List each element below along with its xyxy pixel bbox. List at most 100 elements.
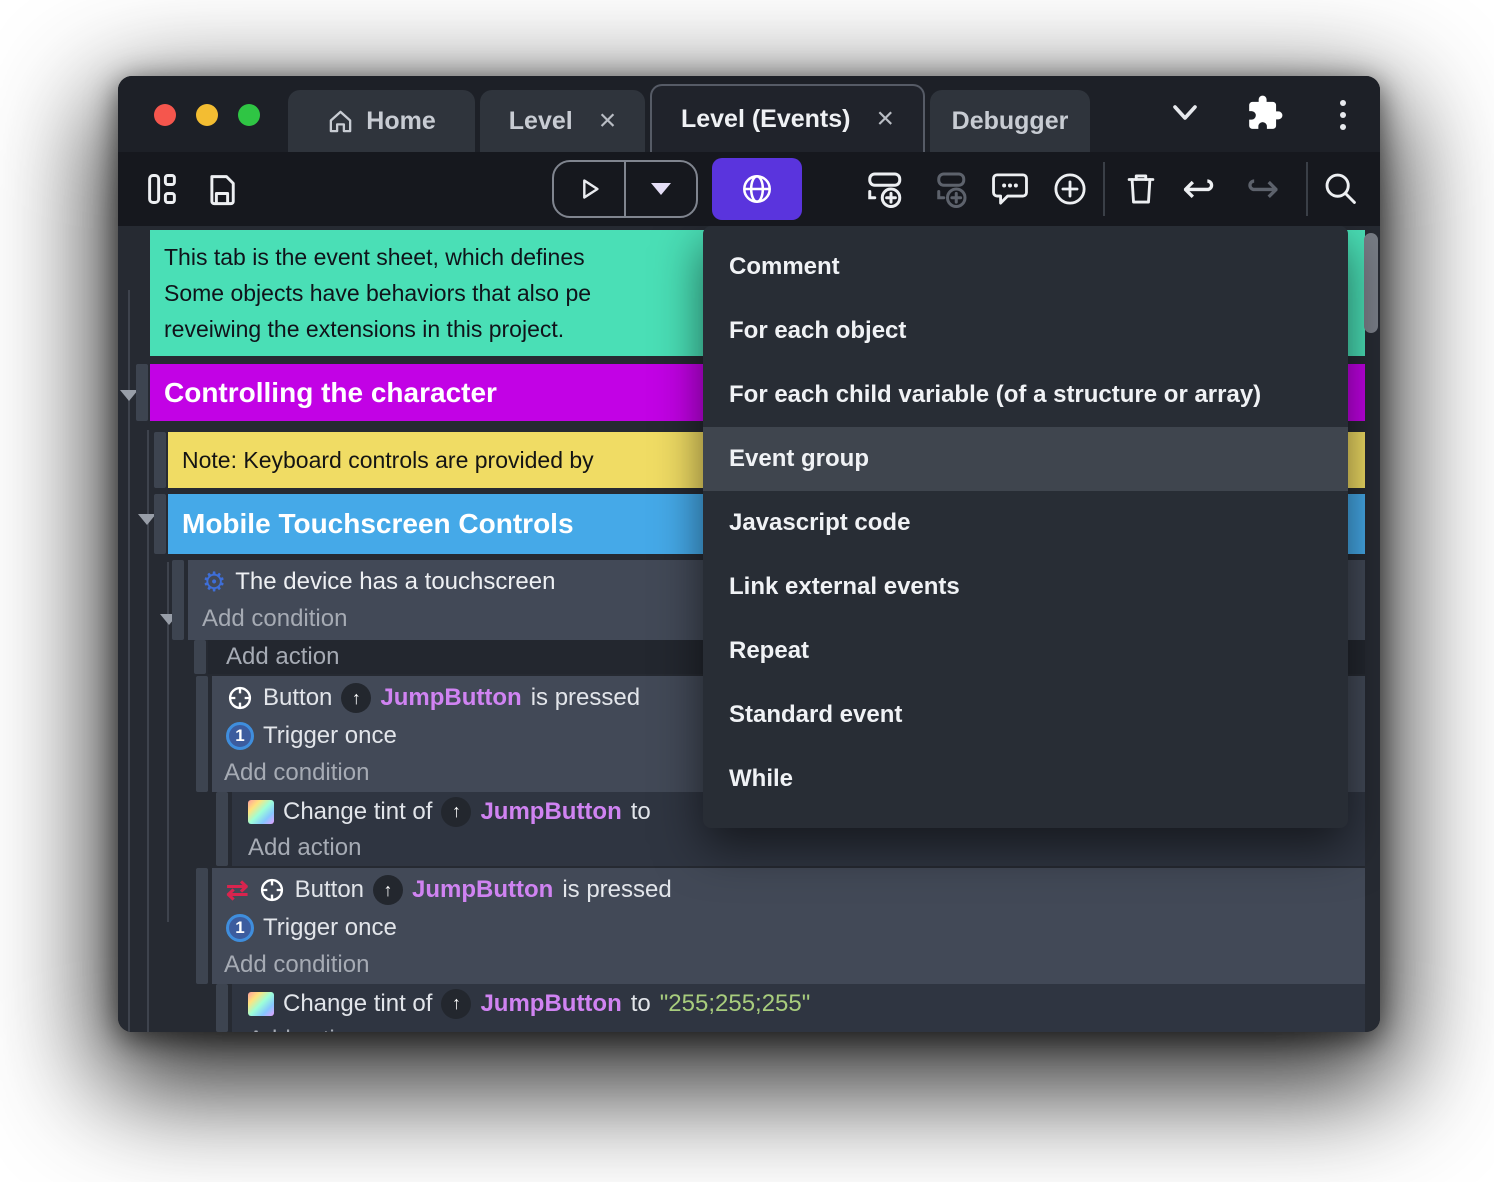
drag-handle[interactable]	[194, 640, 206, 674]
condition-text: Trigger once	[263, 722, 397, 749]
action-prefix: Change tint of	[283, 989, 433, 1017]
zoom-window-button[interactable]	[238, 104, 260, 126]
vertical-scrollbar-thumb[interactable]	[1364, 233, 1378, 333]
condition-suffix: is pressed	[562, 876, 672, 903]
add-condition-link[interactable]: Add condition	[224, 759, 369, 787]
object-name: JumpButton	[412, 876, 554, 903]
save-icon[interactable]	[204, 171, 240, 207]
close-window-button[interactable]	[154, 104, 176, 126]
object-name: JumpButton	[480, 797, 622, 825]
toggle-panels-layout-icon[interactable]	[144, 171, 180, 207]
menu-item-standard-event[interactable]: Standard event	[703, 683, 1348, 747]
trigger-once-icon: 1	[226, 722, 254, 750]
add-action-link[interactable]: Add action	[248, 834, 361, 862]
drag-handle[interactable]	[172, 560, 184, 640]
condition-prefix: Button	[263, 684, 333, 711]
condition-text: Trigger once	[263, 914, 397, 941]
tree-guide-line	[128, 290, 130, 1032]
object-thumbnail-icon: ↑	[441, 988, 472, 1019]
tint-color-icon	[248, 799, 274, 824]
gamepad-button-icon	[260, 878, 283, 902]
traffic-lights	[154, 104, 260, 126]
toolbar-separator	[1306, 162, 1308, 216]
delete-trash-button[interactable]	[1122, 170, 1160, 208]
action-value: "255;255;255"	[659, 989, 811, 1017]
menu-item-while[interactable]: While	[703, 747, 1348, 811]
publish-globe-button[interactable]	[712, 158, 802, 220]
tab-label: Debugger	[951, 106, 1069, 135]
object-name: JumpButton	[480, 989, 622, 1017]
object-name: JumpButton	[380, 684, 522, 711]
play-button[interactable]	[554, 162, 624, 216]
add-condition-link[interactable]: Add condition	[202, 605, 347, 633]
action-change-tint-2[interactable]: Change tint of ↑ JumpButton to "255;255;…	[232, 984, 1365, 1032]
drag-handle[interactable]	[136, 364, 148, 421]
tint-color-icon	[248, 991, 274, 1016]
add-comment-button[interactable]	[990, 169, 1030, 209]
add-subevent-button[interactable]	[930, 169, 970, 209]
object-thumbnail-icon: ↑	[341, 683, 372, 713]
tab-bar: Home Level × Level (Events) × Debugger	[288, 76, 1090, 152]
tab-level[interactable]: Level ×	[480, 90, 645, 152]
redo-icon[interactable]: ↪	[1246, 169, 1280, 209]
titlebar: Home Level × Level (Events) × Debugger	[118, 76, 1380, 152]
object-thumbnail-icon: ↑	[373, 875, 404, 905]
add-action-link[interactable]: Add action	[248, 1026, 361, 1032]
globe-icon	[743, 175, 771, 203]
extensions-puzzle-icon[interactable]	[1246, 94, 1284, 137]
condition-prefix: Button	[294, 876, 365, 903]
drag-handle[interactable]	[216, 984, 228, 1032]
add-condition-link[interactable]: Add condition	[224, 951, 369, 979]
drag-handle[interactable]	[216, 792, 228, 866]
menu-item-for-each-object[interactable]: For each object	[703, 299, 1348, 363]
play-options-dropdown[interactable]	[626, 162, 696, 216]
note-text: Note: Keyboard controls are provided by	[182, 446, 594, 473]
group-title: Mobile Touchscreen Controls	[182, 508, 574, 539]
more-options-kebab-icon[interactable]	[1340, 100, 1346, 130]
tab-debugger[interactable]: Debugger	[930, 90, 1090, 152]
drag-handle[interactable]	[154, 494, 166, 554]
home-icon	[329, 110, 352, 132]
tabs-overflow-chevron-icon[interactable]	[1170, 102, 1200, 129]
group-title: Controlling the character	[164, 376, 497, 408]
tab-label: Level (Events)	[680, 104, 851, 133]
screenshot-stage: Home Level × Level (Events) × Debugger ↩…	[0, 0, 1494, 1182]
menu-item-for-each-child-variable[interactable]: For each child variable (of a structure …	[703, 363, 1348, 427]
add-event-button[interactable]	[866, 169, 906, 209]
drag-handle[interactable]	[196, 676, 208, 792]
close-tab-icon[interactable]: ×	[599, 106, 617, 136]
condition-suffix: is pressed	[530, 684, 641, 711]
add-action-link[interactable]: Add action	[226, 643, 339, 671]
menu-item-javascript-code[interactable]: Javascript code	[703, 491, 1348, 555]
undo-icon[interactable]: ↩	[1182, 169, 1216, 209]
close-tab-icon[interactable]: ×	[876, 104, 894, 134]
action-to: to	[630, 797, 651, 825]
drag-handle[interactable]	[196, 868, 208, 984]
gamepad-button-icon	[228, 686, 252, 710]
menu-item-link-external-events[interactable]: Link external events	[703, 555, 1348, 619]
action-to: to	[630, 989, 651, 1017]
app-window: Home Level × Level (Events) × Debugger ↩…	[118, 76, 1380, 1032]
menu-item-event-group[interactable]: Event group	[703, 427, 1348, 491]
tab-home[interactable]: Home	[288, 90, 475, 152]
event-jumpbutton-2[interactable]: ⇄ Button ↑ JumpButton is pressed 1 Trigg…	[212, 868, 1365, 984]
menu-item-repeat[interactable]: Repeat	[703, 619, 1348, 683]
toolbar: ↩ ↪	[118, 152, 1380, 226]
event-sheet: This tab is the event sheet, which defin…	[118, 226, 1380, 1032]
tab-label: Level	[508, 106, 573, 135]
minimize-window-button[interactable]	[196, 104, 218, 126]
condition-text: The device has a touchscreen	[235, 568, 556, 595]
system-gear-icon: ⚙	[202, 566, 227, 597]
drag-handle[interactable]	[154, 432, 166, 488]
inverted-condition-icon: ⇄	[226, 874, 249, 905]
add-event-menu: Comment For each object For each child v…	[703, 226, 1348, 828]
dropdown-caret-icon	[651, 183, 671, 195]
add-more-button[interactable]	[1050, 169, 1090, 209]
tab-label: Home	[366, 106, 436, 135]
trigger-once-icon: 1	[226, 914, 254, 942]
action-prefix: Change tint of	[283, 797, 433, 825]
tab-level-events[interactable]: Level (Events) ×	[650, 84, 925, 152]
menu-item-comment[interactable]: Comment	[703, 235, 1348, 299]
preview-play-split-button	[552, 160, 698, 218]
search-icon[interactable]	[1322, 170, 1360, 208]
